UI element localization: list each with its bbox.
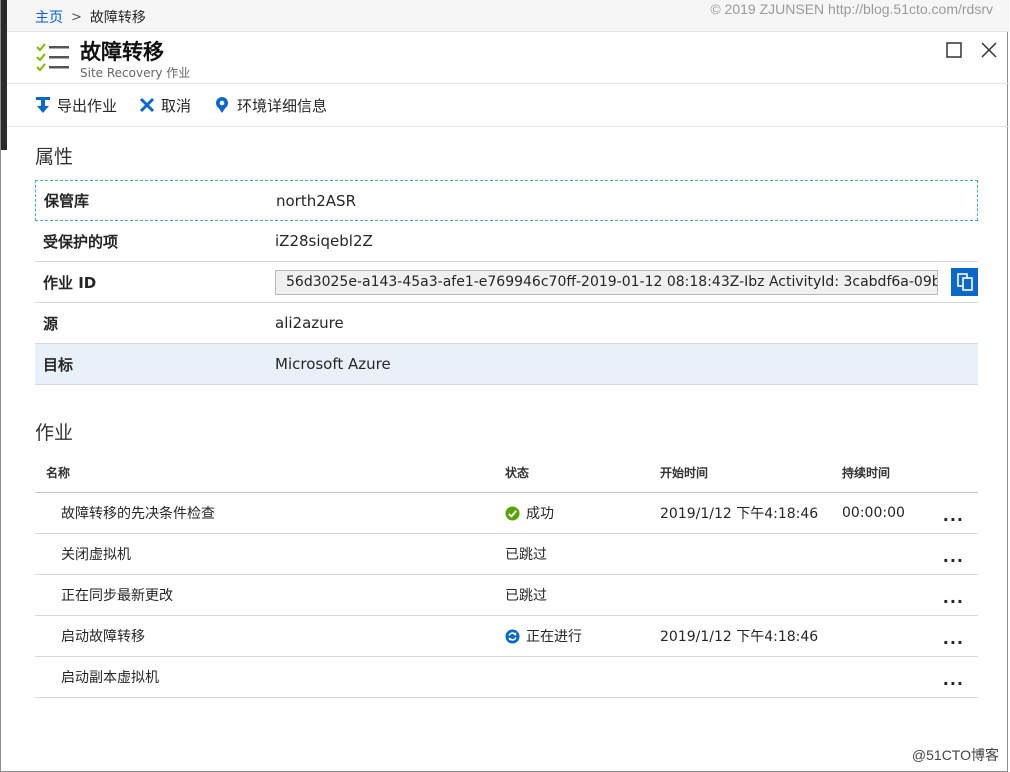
jobs-table: 名称 状态 开始时间 持续时间 故障转移的先决条件检查 成功 2019/1/12…: [35, 452, 978, 698]
page-title: 故障转移: [80, 40, 164, 64]
property-key: 受保护的项: [43, 232, 119, 251]
property-key: 保管库: [44, 192, 90, 210]
column-header-status[interactable]: 状态: [505, 464, 660, 481]
job-status-text: 正在进行: [526, 629, 582, 645]
property-row-job-id: 作业 ID 56d3025e-a143-45a3-afe1-e769946c70…: [35, 262, 978, 303]
property-key: 源: [43, 314, 59, 333]
table-row[interactable]: 启动故障转移 正在进行 2019/1/12 下午4:18:46 ...: [35, 616, 978, 657]
cancel-x-icon: [139, 97, 155, 113]
export-jobs-label: 导出作业: [57, 96, 118, 115]
breadcrumb: 主页 > 故障转移: [35, 7, 146, 27]
table-row[interactable]: 关闭虚拟机 已跳过 ...: [35, 534, 978, 575]
job-status-text: 成功: [526, 506, 554, 522]
property-row-source: 源 ali2azure: [35, 303, 978, 344]
close-icon[interactable]: [977, 38, 1001, 62]
property-key: 作业 ID: [43, 273, 97, 292]
property-row-target: 目标 Microsoft Azure: [35, 344, 978, 385]
properties-heading: 属性: [35, 146, 74, 168]
more-options-button[interactable]: ...: [943, 547, 964, 566]
chevron-right-icon: >: [71, 9, 82, 25]
watermark-text: © 2019 ZJUNSEN http://blog.51cto.com/rds…: [710, 1, 993, 17]
more-options-button[interactable]: ...: [943, 506, 964, 525]
in-progress-icon: [505, 628, 520, 644]
page-subtitle: Site Recovery 作业: [80, 66, 191, 80]
property-value: iZ28siqebl2Z: [275, 232, 373, 250]
location-pin-icon: [216, 97, 229, 113]
job-status-text: 已跳过: [505, 588, 547, 604]
job-status: 正在进行: [505, 626, 660, 646]
job-status: 已跳过: [505, 585, 660, 605]
export-jobs-button[interactable]: 导出作业: [35, 95, 117, 116]
copy-icon: [956, 273, 973, 291]
column-header-name[interactable]: 名称: [35, 464, 505, 481]
table-row[interactable]: 故障转移的先决条件检查 成功 2019/1/12 下午4:18:46 00:00…: [35, 493, 978, 534]
job-start-time: 2019/1/12 下午4:18:46: [660, 506, 819, 522]
environment-details-button[interactable]: 环境详细信息: [213, 95, 327, 116]
property-row-protected-item: 受保护的项 iZ28siqebl2Z: [35, 221, 978, 262]
more-options-button[interactable]: ...: [943, 588, 964, 607]
job-start-time: 2019/1/12 下午4:18:46: [660, 629, 819, 645]
jobs-heading: 作业: [35, 422, 74, 444]
job-name: 启动故障转移: [61, 629, 145, 645]
job-status: 已跳过: [505, 544, 660, 564]
job-status: 成功: [505, 503, 660, 523]
job-name: 故障转移的先决条件检查: [61, 506, 215, 522]
breadcrumb-current: 故障转移: [89, 10, 146, 26]
jobs-table-header: 名称 状态 开始时间 持续时间: [35, 452, 978, 493]
success-icon: [505, 505, 520, 521]
copy-button[interactable]: [951, 268, 978, 296]
property-value: Microsoft Azure: [275, 355, 391, 373]
column-header-start-time[interactable]: 开始时间: [660, 464, 842, 481]
more-options-button[interactable]: ...: [943, 629, 964, 648]
job-duration: 00:00:00: [842, 505, 905, 521]
table-row[interactable]: 正在同步最新更改 已跳过 ...: [35, 575, 978, 616]
property-value: ali2azure: [275, 314, 344, 332]
column-header-duration[interactable]: 持续时间: [842, 464, 942, 481]
vault-link[interactable]: north2ASR: [276, 192, 356, 210]
breadcrumb-home-link[interactable]: 主页: [35, 7, 63, 27]
job-name: 启动副本虚拟机: [61, 670, 159, 686]
job-name: 正在同步最新更改: [61, 588, 173, 604]
property-key: 目标: [43, 355, 74, 374]
environment-details-label: 环境详细信息: [237, 96, 328, 115]
job-status-text: 已跳过: [505, 547, 547, 563]
job-id-field[interactable]: 56d3025e-a143-45a3-afe1-e769946c70ff-201…: [275, 269, 938, 295]
cancel-label: 取消: [161, 96, 192, 115]
cancel-button[interactable]: 取消: [139, 95, 191, 116]
property-row-vault[interactable]: 保管库 north2ASR: [35, 180, 978, 221]
maximize-icon[interactable]: [942, 38, 966, 62]
blade-header: 故障转移 Site Recovery 作业: [7, 32, 1009, 84]
blade-window: 主页 > 故障转移 © 2019 ZJUNSEN http://blog.51c…: [0, 0, 1009, 772]
blog-logo-text: @51CTO博客: [911, 747, 999, 763]
more-options-button[interactable]: ...: [943, 670, 964, 689]
job-list-icon: [36, 43, 69, 72]
export-icon: [36, 97, 50, 113]
job-name: 关闭虚拟机: [61, 547, 131, 563]
properties-table: 保管库 north2ASR 受保护的项 iZ28siqebl2Z 作业 ID 5…: [35, 180, 978, 385]
top-bar: 主页 > 故障转移 © 2019 ZJUNSEN http://blog.51c…: [7, 0, 1009, 32]
command-bar: 导出作业 取消 环境详细信息: [7, 84, 1009, 127]
table-row[interactable]: 启动副本虚拟机 ...: [35, 657, 978, 698]
